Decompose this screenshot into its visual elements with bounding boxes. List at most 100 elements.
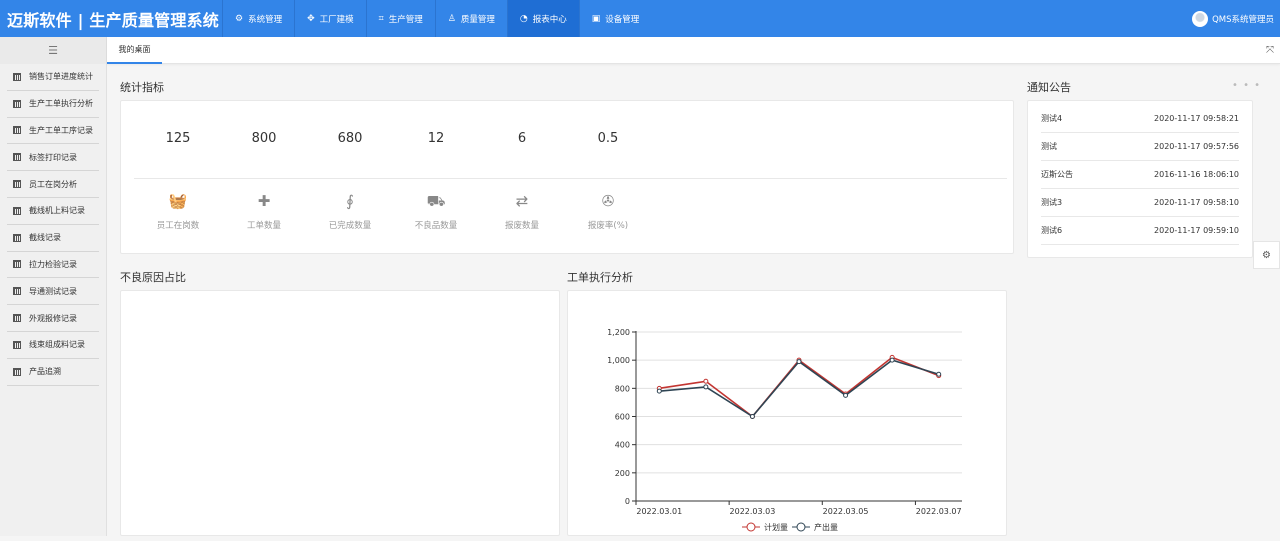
nav-label: 质量管理	[460, 14, 495, 25]
settings-button[interactable]: ⚙	[1253, 241, 1280, 269]
notice-title: 测试4	[1041, 114, 1063, 123]
x-tick-label: 2022.03.05	[823, 507, 869, 516]
stat-item: ✚ 工单数量	[221, 191, 307, 231]
y-tick-label: 800	[615, 384, 630, 393]
sidebar-item[interactable]: 导通测试记录	[7, 278, 99, 306]
calendar-icon	[13, 233, 21, 242]
tab-bar: 我的桌面 ⤧	[107, 37, 1280, 64]
y-tick-label: 1,200	[607, 328, 630, 337]
x-tick-label: 2022.03.03	[730, 507, 776, 516]
indent-icon: ☰	[48, 44, 58, 57]
data-point	[889, 357, 895, 363]
notice-row[interactable]: 测试 2020-11-17 09:57:56	[1041, 133, 1239, 161]
sidebar-item-label: 生产工单工序记录	[29, 125, 93, 135]
tab-my-desktop[interactable]: 我的桌面	[107, 37, 162, 64]
retweet-icon: ⇄	[515, 192, 529, 210]
sidebar-item-label: 外观报修记录	[29, 313, 77, 323]
sidebar-toggle-button[interactable]: ☰	[0, 37, 106, 64]
sidebar-item[interactable]: 员工在岗分析	[7, 171, 99, 198]
sidebar-item-label: 线束组成料记录	[29, 340, 85, 350]
calendar-icon	[13, 126, 21, 135]
nav-label: 工厂建模	[319, 14, 354, 25]
sidebar-item[interactable]: 生产工单工序记录	[7, 118, 99, 145]
sidebar-item[interactable]: 产品追溯	[7, 359, 99, 386]
y-tick-label: 600	[615, 413, 630, 422]
sidebar-item[interactable]: 线束组成料记录	[7, 332, 99, 359]
sidebar-item-label: 产品追溯	[29, 367, 61, 377]
sidebar-item[interactable]: 截线记录	[7, 225, 99, 252]
calendar-icon	[13, 206, 21, 215]
nav-label: 生产管理	[388, 14, 423, 25]
sidebar-item[interactable]: 标签打印记录	[7, 144, 99, 172]
nav-item-reports[interactable]: ◔ 报表中心	[506, 0, 579, 37]
calendar-icon	[13, 367, 21, 376]
notice-time: 2016-11-16 18:06:10	[1154, 170, 1239, 179]
main-nav: ⚙ 系统管理 ✥ 工厂建模 ⌗ 生产管理 ♙ 质量管理 ◔ 报表中心 ▣ 设备管…	[222, 0, 651, 37]
stat-value: 12	[427, 131, 445, 146]
stat-label: 已完成数量	[328, 221, 372, 231]
data-point	[703, 384, 709, 390]
notice-row[interactable]: 迈斯公告 2016-11-16 18:06:10	[1041, 161, 1239, 189]
x-tick-label: 2022.03.07	[916, 507, 962, 516]
report-icon: ◔	[519, 13, 528, 24]
nav-item-quality[interactable]: ♙ 质量管理	[434, 0, 507, 37]
data-point	[749, 414, 755, 419]
calendar-icon	[13, 153, 21, 162]
stats-values: 125 800 680 12 6 0.5	[135, 131, 651, 146]
cogs-icon: ⚙	[235, 13, 244, 24]
sidebar-item-label: 导通测试记录	[29, 286, 77, 296]
data-point	[656, 388, 662, 394]
notice-row[interactable]: 测试6 2020-11-17 09:59:10	[1041, 217, 1239, 245]
nav-label: 报表中心	[532, 14, 567, 25]
sidebar-item-label: 截线记录	[29, 233, 61, 243]
sidebar-item-label: 生产工单执行分析	[29, 99, 93, 109]
calendar-icon	[13, 287, 21, 296]
more-icon[interactable]: • • •	[1232, 80, 1261, 91]
notice-title: 测试3	[1041, 198, 1063, 207]
y-tick-label: 400	[615, 441, 630, 450]
stat-label: 工单数量	[246, 221, 281, 231]
sidebar-item[interactable]: 截线机上料记录	[7, 198, 99, 225]
stat-label: 报废率(%)	[587, 221, 629, 231]
stat-value: 125	[165, 131, 191, 146]
notice-row[interactable]: 测试4 2020-11-17 09:58:21	[1041, 105, 1239, 133]
nav-item-factory-modeling[interactable]: ✥ 工厂建模	[294, 0, 366, 37]
nav-item-equipment[interactable]: ▣ 设备管理	[578, 0, 652, 37]
sidebar-item[interactable]: 生产工单执行分析	[7, 91, 99, 118]
sidebar-item-label: 截线机上料记录	[29, 206, 85, 216]
nav-item-system[interactable]: ⚙ 系统管理	[222, 0, 294, 37]
sidebar: ☰ 销售订单进度统计 生产工单执行分析 生产工单工序记录标签打印记录 员工在岗分析截线…	[0, 37, 107, 536]
notice-row[interactable]: 测试3 2020-11-17 09:58:10	[1041, 189, 1239, 217]
stat-item: ✇ 报废率(%)	[565, 191, 651, 231]
sidebar-item[interactable]: 销售订单进度统计	[7, 64, 99, 91]
notices-title: 通知公告	[1027, 81, 1071, 94]
notice-title: 迈斯公告	[1041, 170, 1073, 179]
notice-time: 2020-11-17 09:59:10	[1154, 226, 1239, 235]
legend-label: 产出量	[814, 522, 838, 532]
data-point	[936, 371, 942, 377]
user-menu[interactable]: QMS系统管理员	[1192, 10, 1280, 27]
fullscreen-icon[interactable]: ⤧	[1266, 45, 1274, 56]
legend-label: 计划量	[764, 522, 788, 532]
sidebar-item[interactable]: 外观报修记录	[7, 305, 99, 332]
workorder-panel-title: 工单执行分析	[567, 271, 633, 284]
defect-chart-panel	[120, 290, 560, 536]
calendar-icon	[13, 260, 21, 269]
notice-title: 测试6	[1041, 226, 1063, 235]
sidebar-item-label: 销售订单进度统计	[29, 72, 93, 82]
x-tick-label: 2022.03.01	[636, 507, 682, 516]
app-brand-title: 迈斯软件 | 生产质量管理系统	[7, 10, 219, 30]
wrench-icon: ✇	[601, 192, 615, 210]
sidebar-item[interactable]: 拉力检验记录	[7, 252, 99, 279]
legend-marker	[796, 522, 806, 532]
truck-icon: ⛟	[426, 192, 446, 210]
notice-time: 2020-11-17 09:58:21	[1154, 114, 1239, 123]
flask-icon: ♙	[447, 13, 456, 24]
nav-item-production[interactable]: ⌗ 生产管理	[365, 0, 435, 37]
notice-time: 2020-11-17 09:57:56	[1154, 142, 1239, 151]
stat-item: 🧺 员工在岗数	[135, 191, 221, 231]
divider	[134, 178, 1007, 179]
username: QMS系统管理员	[1212, 14, 1274, 25]
calendar-icon	[13, 72, 21, 81]
y-tick-label: 1,000	[607, 356, 630, 365]
